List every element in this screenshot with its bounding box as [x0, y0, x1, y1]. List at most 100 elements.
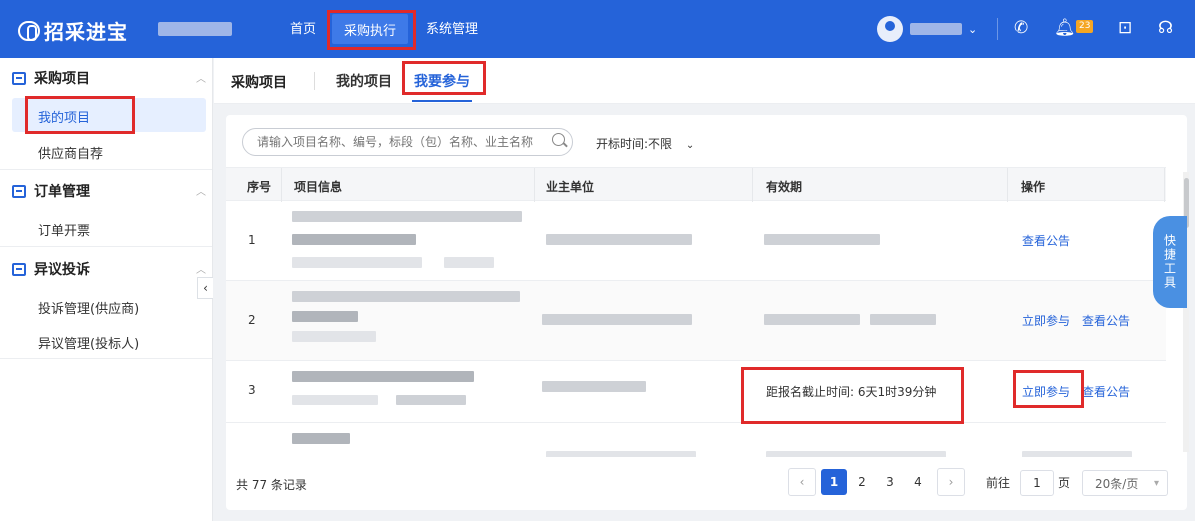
redacted-text — [292, 331, 376, 342]
brand-logo[interactable]: 招采进宝 — [18, 16, 128, 45]
sidebar-divider — [0, 169, 212, 170]
tab-participate[interactable]: 我要参与 — [414, 71, 470, 91]
nav-procurement-execution[interactable]: 采购执行 — [332, 14, 408, 44]
content-card: 开标时间:不限 ⌄ 序号 项目信息 业主单位 有效期 操作 1 查看公告 2 立… — [226, 115, 1187, 510]
bag-icon[interactable]: ⊡ — [1118, 18, 1132, 38]
tab-my-projects[interactable]: 我的项目 — [336, 71, 392, 91]
chevron-down-icon[interactable]: ⌄ — [968, 20, 977, 40]
table-row: 1 查看公告 — [226, 201, 1166, 281]
search-icon[interactable] — [552, 133, 565, 146]
chevron-up-icon[interactable]: ︿ — [196, 261, 206, 276]
document-icon — [12, 262, 26, 276]
column-divider — [752, 168, 753, 202]
phone-icon[interactable]: ✆ — [1014, 18, 1028, 38]
search-input[interactable] — [242, 128, 573, 156]
goto-page-input[interactable] — [1020, 470, 1054, 496]
page-4[interactable]: 4 — [907, 468, 929, 496]
column-divider — [1007, 168, 1008, 202]
blurred-org-name — [158, 22, 232, 36]
quick-tools-button[interactable]: 快捷工具 — [1153, 216, 1187, 308]
total-records: 共 77 条记录 — [236, 478, 307, 492]
redacted-text — [1022, 451, 1132, 457]
column-owner: 业主单位 — [546, 180, 595, 194]
sidebar-divider — [0, 246, 212, 247]
redacted-text — [292, 291, 520, 302]
column-project-info: 项目信息 — [294, 180, 343, 194]
page-size-label: 20条/页 — [1095, 476, 1139, 491]
column-divider — [1164, 168, 1165, 202]
avatar[interactable] — [877, 16, 903, 42]
participate-link[interactable]: 立即参与 — [1022, 383, 1070, 400]
open-time-filter[interactable]: 开标时间:不限 ⌄ — [596, 135, 694, 152]
column-index: 序号 — [247, 180, 272, 194]
participate-link[interactable]: 立即参与 — [1022, 312, 1070, 329]
column-actions: 操作 — [1021, 180, 1046, 194]
view-notice-link[interactable]: 查看公告 — [1082, 383, 1130, 400]
redacted-text — [764, 314, 860, 325]
redacted-text — [292, 211, 522, 222]
column-validity: 有效期 — [766, 180, 803, 194]
sidebar-group-disputes[interactable]: 异议投诉 — [12, 259, 90, 279]
sidebar-group-orders[interactable]: 订单管理 — [12, 181, 90, 201]
redacted-text — [292, 371, 474, 382]
header-divider — [997, 18, 998, 40]
brand-name: 招采进宝 — [44, 20, 128, 44]
prev-page-button[interactable]: ‹ — [788, 468, 816, 496]
page-size-select[interactable]: 20条/页 — [1082, 470, 1168, 496]
sidebar-item-my-projects[interactable]: 我的项目 — [38, 107, 90, 126]
document-icon — [12, 184, 26, 198]
redacted-text — [444, 257, 494, 268]
sidebar-group-label: 采购项目 — [34, 71, 90, 87]
redacted-text — [292, 257, 422, 268]
sidebar-divider — [0, 358, 212, 359]
tab-active-indicator — [412, 100, 472, 102]
table-header: 序号 项目信息 业主单位 有效期 操作 — [226, 167, 1166, 202]
sidebar-group-label: 订单管理 — [34, 184, 90, 200]
redacted-text — [546, 451, 696, 457]
document-icon — [12, 71, 26, 85]
nav-system-management[interactable]: 系统管理 — [426, 18, 478, 37]
sidebar-group-procurement[interactable]: 采购项目 — [12, 68, 90, 88]
next-page-button[interactable]: › — [937, 468, 965, 496]
table-row: 3 距报名截止时间: 6天1时39分钟 立即参与 查看公告 — [226, 361, 1166, 423]
column-divider — [534, 168, 535, 202]
page-title: 采购项目 — [231, 75, 287, 91]
page-2[interactable]: 2 — [851, 468, 873, 496]
redacted-text — [764, 234, 880, 245]
sidebar-item-complaints[interactable]: 投诉管理(供应商) — [38, 298, 139, 317]
tab-separator — [314, 72, 315, 90]
open-time-label: 开标时间:不限 — [596, 137, 673, 151]
sidebar-item-supplier-recommend[interactable]: 供应商自荐 — [38, 143, 103, 162]
sidebar-item-objections[interactable]: 异议管理(投标人) — [38, 333, 139, 352]
view-notice-link[interactable]: 查看公告 — [1022, 232, 1070, 249]
goto-suffix: 页 — [1058, 475, 1071, 490]
sidebar-group-label: 异议投诉 — [34, 262, 90, 278]
collapse-sidebar-button[interactable]: ‹ — [197, 277, 213, 299]
bell-icon[interactable]: 🔔︎ — [1054, 18, 1076, 38]
nav-home[interactable]: 首页 — [290, 18, 316, 37]
row-index: 2 — [248, 313, 256, 327]
redacted-text — [542, 381, 646, 392]
page-3[interactable]: 3 — [879, 468, 901, 496]
chevron-up-icon[interactable]: ︿ — [196, 183, 206, 198]
row-index: 3 — [248, 383, 256, 397]
redacted-text — [542, 314, 692, 325]
chevron-down-icon: ⌄ — [685, 140, 695, 151]
table-row — [226, 423, 1166, 457]
redacted-text — [546, 234, 692, 245]
sidebar-item-order-invoice[interactable]: 订单开票 — [38, 220, 90, 239]
view-notice-link[interactable]: 查看公告 — [1082, 312, 1130, 329]
table-row: 2 立即参与 查看公告 — [226, 281, 1166, 361]
redacted-text — [766, 451, 946, 457]
redacted-text — [292, 395, 378, 405]
chevron-up-icon[interactable]: ︿ — [196, 70, 206, 85]
redacted-text — [292, 433, 350, 444]
redacted-text — [292, 311, 358, 322]
logo-icon — [18, 20, 40, 41]
headset-icon[interactable]: ☊ — [1158, 18, 1173, 38]
redacted-text — [396, 395, 466, 405]
redacted-text — [292, 234, 416, 245]
page-1[interactable]: 1 — [821, 469, 847, 495]
registration-deadline: 距报名截止时间: 6天1时39分钟 — [766, 385, 937, 399]
goto-label: 前往 — [986, 475, 1011, 490]
